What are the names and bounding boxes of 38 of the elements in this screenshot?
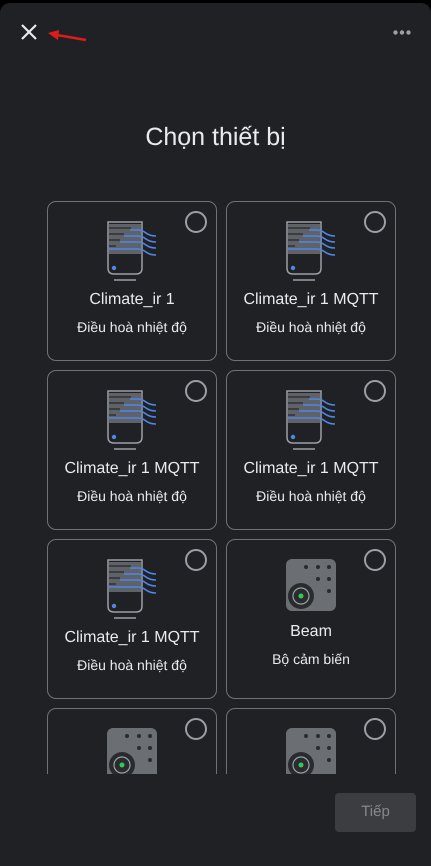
radio-button[interactable] bbox=[364, 380, 386, 402]
radio-button[interactable] bbox=[185, 211, 207, 233]
device-card[interactable]: Climate_ir 1 MQTT Điều hoà nhiệt độ bbox=[226, 201, 396, 361]
sensor-icon bbox=[104, 727, 160, 774]
air-conditioner-icon bbox=[106, 389, 158, 451]
sensor-icon bbox=[283, 558, 339, 614]
device-type: Điều hoà nhiệt độ bbox=[77, 656, 187, 674]
device-name: Climate_ir 1 MQTT bbox=[64, 459, 200, 479]
annotation-arrow bbox=[47, 30, 87, 42]
device-card[interactable]: Climate_ir 1 MQTT Điều hoà nhiệt độ bbox=[47, 370, 217, 530]
page-title: Chọn thiết bị bbox=[144, 122, 287, 153]
device-type: Điều hoà nhiệt độ bbox=[77, 318, 187, 336]
device-card[interactable]: Climate_ir 1 MQTT Điều hoà nhiệt độ bbox=[47, 539, 217, 699]
radio-button[interactable] bbox=[364, 718, 386, 740]
air-conditioner-icon bbox=[106, 220, 158, 282]
device-card[interactable]: Climate_ir 1 MQTT Điều hoà nhiệt độ bbox=[226, 370, 396, 530]
radio-button[interactable] bbox=[364, 549, 386, 571]
radio-button[interactable] bbox=[185, 718, 207, 740]
air-conditioner-icon bbox=[285, 220, 337, 282]
device-name: Climate_ir 1 bbox=[89, 290, 175, 310]
device-name: Climate_ir 1 MQTT bbox=[243, 290, 379, 310]
more-icon[interactable] bbox=[393, 30, 411, 34]
sensor-icon bbox=[283, 727, 339, 774]
device-name: Beam bbox=[290, 622, 332, 642]
device-name: Climate_ir 1 MQTT bbox=[243, 459, 379, 479]
close-icon[interactable] bbox=[20, 23, 38, 41]
radio-button[interactable] bbox=[185, 380, 207, 402]
device-type: Bộ cảm biến bbox=[272, 650, 350, 668]
air-conditioner-icon bbox=[106, 558, 158, 620]
device-type: Điều hoà nhiệt độ bbox=[256, 487, 366, 505]
device-type: Điều hoà nhiệt độ bbox=[256, 318, 366, 336]
radio-button[interactable] bbox=[364, 211, 386, 233]
device-card[interactable]: Climate_ir 1 Điều hoà nhiệt độ bbox=[47, 201, 217, 361]
device-card[interactable]: Beam Bộ cảm biến bbox=[226, 539, 396, 699]
device-type: Điều hoà nhiệt độ bbox=[77, 487, 187, 505]
radio-button[interactable] bbox=[185, 549, 207, 571]
device-name: Climate_ir 1 MQTT bbox=[64, 628, 200, 648]
air-conditioner-icon bbox=[285, 389, 337, 451]
